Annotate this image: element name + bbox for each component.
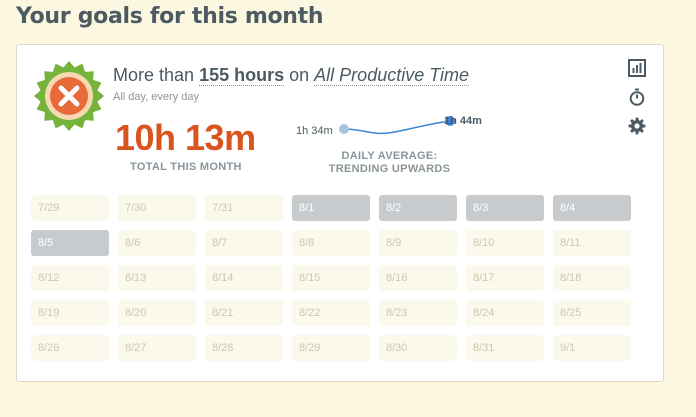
goal-category-link[interactable]: All Productive Time	[314, 65, 470, 86]
total-label: TOTAL THIS MONTH	[130, 161, 242, 173]
calendar-day[interactable]: 8/21	[205, 300, 283, 326]
calendar-day[interactable]: 8/22	[292, 300, 370, 326]
calendar-day[interactable]: 8/2	[379, 195, 457, 221]
avg-label-line2: TRENDING UPWARDS	[328, 163, 451, 175]
gear-icon[interactable]	[628, 117, 646, 135]
goal-hours-link[interactable]: 155 hours	[199, 65, 285, 86]
goal-tools	[628, 59, 648, 146]
bar-chart-icon[interactable]	[628, 59, 646, 77]
calendar-day[interactable]: 8/27	[118, 335, 196, 361]
calendar-day[interactable]: 8/5	[31, 230, 109, 256]
calendar-day[interactable]: 8/19	[31, 300, 109, 326]
calendar-day[interactable]: 8/18	[553, 265, 631, 291]
calendar-day[interactable]: 8/26	[31, 335, 109, 361]
goal-prefix: More than	[113, 65, 195, 85]
calendar-day[interactable]: 8/24	[466, 300, 544, 326]
calendar-day[interactable]: 8/6	[118, 230, 196, 256]
calendar-day[interactable]: 8/12	[31, 265, 109, 291]
calendar-day[interactable]: 8/1	[292, 195, 370, 221]
calendar-day[interactable]: 8/28	[205, 335, 283, 361]
calendar-day[interactable]: 9/1	[553, 335, 631, 361]
calendar-day[interactable]: 8/7	[205, 230, 283, 256]
calendar-day[interactable]: 8/14	[205, 265, 283, 291]
calendar-day[interactable]: 7/30	[118, 195, 196, 221]
goal-description: More than 155 hours on All Productive Ti…	[113, 65, 470, 86]
calendar-day[interactable]: 7/31	[205, 195, 283, 221]
calendar-day[interactable]: 8/17	[466, 265, 544, 291]
calendar-day[interactable]: 8/31	[466, 335, 544, 361]
calendar-day[interactable]: 8/8	[292, 230, 370, 256]
total-time: 10h 13m	[115, 117, 256, 158]
calendar-day[interactable]: 8/10	[466, 230, 544, 256]
calendar-day[interactable]: 8/4	[553, 195, 631, 221]
stopwatch-icon[interactable]	[628, 88, 646, 106]
calendar-day[interactable]: 8/29	[292, 335, 370, 361]
calendar-day[interactable]: 8/15	[292, 265, 370, 291]
calendar-day[interactable]: 8/3	[466, 195, 544, 221]
goal-card: More than 155 hours on All Productive Ti…	[16, 44, 664, 382]
calendar-day[interactable]: 8/25	[553, 300, 631, 326]
calendar-day[interactable]: 8/20	[118, 300, 196, 326]
sparkline-start-label: 1h 34m	[296, 125, 333, 137]
month-calendar: 7/29 7/30 7/31 8/1 8/2 8/3 8/4 8/5 8/6 8/7 8/8 8/9 8…	[31, 195, 631, 361]
calendar-day[interactable]: 8/11	[553, 230, 631, 256]
calendar-day[interactable]: 8/23	[379, 300, 457, 326]
sparkline-start-point	[339, 124, 349, 134]
avg-label-line1: DAILY AVERAGE:	[341, 150, 438, 162]
page-title: Your goals for this month	[16, 4, 324, 29]
goal-schedule: All day, every day	[113, 91, 200, 103]
calendar-day[interactable]: 8/30	[379, 335, 457, 361]
sparkline-end-label: 1h 44m	[444, 115, 482, 127]
daily-average-label: DAILY AVERAGE: TRENDING UPWARDS	[317, 150, 462, 176]
x-mark-badge-icon	[34, 61, 104, 131]
goal-middle: on	[289, 65, 310, 85]
calendar-day[interactable]: 8/13	[118, 265, 196, 291]
calendar-day[interactable]: 7/29	[31, 195, 109, 221]
calendar-day[interactable]: 8/16	[379, 265, 457, 291]
calendar-day[interactable]: 8/9	[379, 230, 457, 256]
